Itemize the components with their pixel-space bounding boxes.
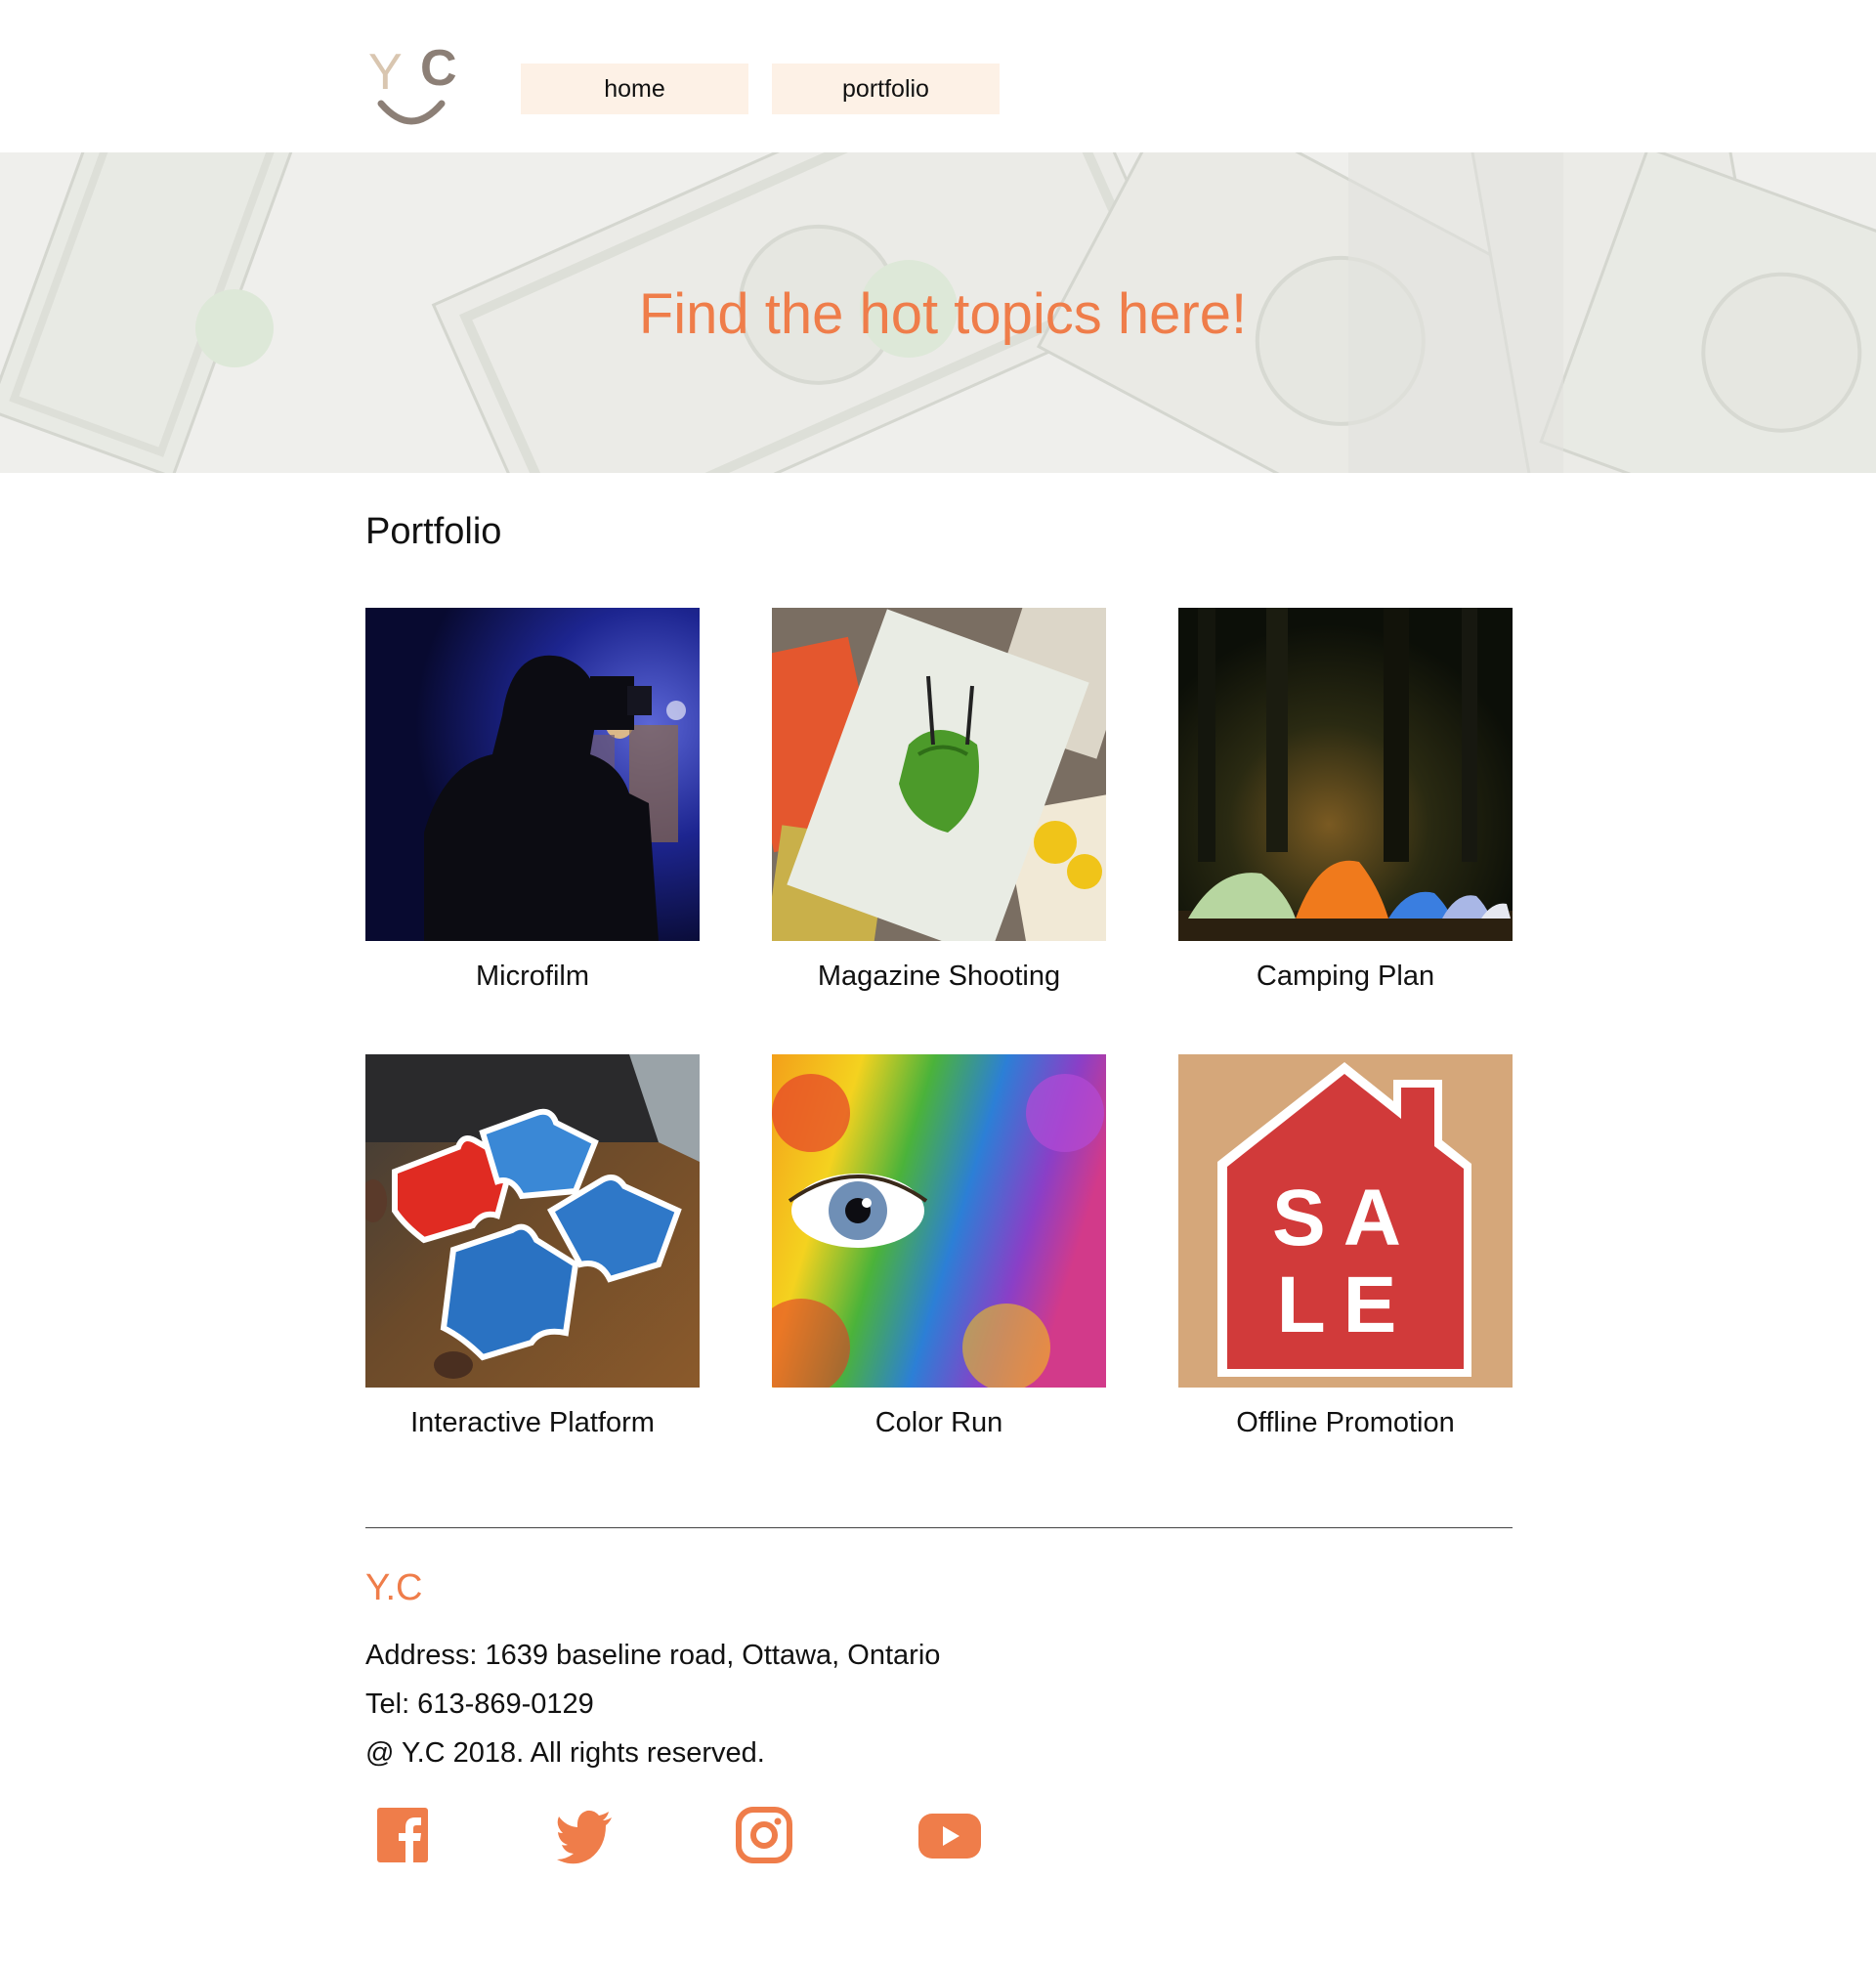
portfolio-image-microfilm[interactable] xyxy=(365,608,700,941)
portfolio-image-camping-plan[interactable] xyxy=(1178,608,1513,941)
portfolio-image-magazine-shooting[interactable] xyxy=(772,608,1106,941)
svg-text:LE: LE xyxy=(1277,1261,1415,1349)
portfolio-card-magazine-shooting[interactable]: Magazine Shooting xyxy=(772,608,1106,993)
youtube-icon[interactable] xyxy=(915,1806,985,1864)
portfolio-image-interactive-platform[interactable] xyxy=(365,1054,700,1388)
tents-forest-image xyxy=(1178,608,1513,941)
instagram-icon[interactable] xyxy=(735,1806,793,1864)
portfolio-card-microfilm[interactable]: Microfilm xyxy=(365,608,700,993)
portfolio-caption-camping-plan: Camping Plan xyxy=(1256,961,1435,992)
logo-smile-icon xyxy=(377,100,446,125)
logo-letter-y: Y xyxy=(368,44,403,101)
footer-divider xyxy=(365,1527,1513,1528)
portfolio-caption-offline-promotion: Offline Promotion xyxy=(1236,1407,1455,1438)
portfolio-card-color-run[interactable]: Color Run xyxy=(772,1054,1106,1439)
nav-portfolio-button[interactable]: portfolio xyxy=(772,64,1000,114)
hero-banner: Find the hot topics here! xyxy=(0,152,1876,473)
portfolio-image-color-run[interactable] xyxy=(772,1054,1106,1388)
portfolio-caption-magazine-shooting: Magazine Shooting xyxy=(817,961,1061,992)
portfolio-caption-color-run: Color Run xyxy=(874,1407,1003,1438)
painted-face-eye-image xyxy=(772,1054,1106,1388)
portfolio-image-offline-promotion[interactable]: SA LE xyxy=(1178,1054,1513,1388)
hero-title: Find the hot topics here! xyxy=(638,282,1248,346)
sale-house-image: SA LE xyxy=(1178,1054,1513,1388)
svg-text:SA: SA xyxy=(1272,1174,1419,1262)
site-logo[interactable]: Y C xyxy=(365,43,463,129)
footer-brand: Y.C xyxy=(365,1567,423,1608)
portfolio-card-camping-plan[interactable]: Camping Plan xyxy=(1178,608,1513,993)
site-header: Y C home portfolio xyxy=(0,0,1876,152)
portfolio-card-offline-promotion[interactable]: SA LE Offline Promotion xyxy=(1178,1054,1513,1439)
logo-letter-c: C xyxy=(420,40,457,97)
nav-home-button[interactable]: home xyxy=(521,64,748,114)
footer-copyright: @ Y.C 2018. All rights reserved. xyxy=(365,1737,765,1769)
puzzle-pieces-image xyxy=(365,1054,700,1388)
footer-address: Address: 1639 baseline road, Ottawa, Ont… xyxy=(365,1640,941,1671)
camera-operator-image xyxy=(365,608,700,941)
portfolio-caption-interactive-platform: Interactive Platform xyxy=(410,1407,655,1438)
facebook-icon[interactable] xyxy=(375,1806,434,1864)
twitter-icon[interactable] xyxy=(555,1806,614,1864)
magazines-image xyxy=(772,608,1106,941)
portfolio-card-interactive-platform[interactable]: Interactive Platform xyxy=(365,1054,700,1439)
portfolio-caption-microfilm: Microfilm xyxy=(476,961,589,992)
portfolio-section-title: Portfolio xyxy=(365,511,502,552)
footer-tel: Tel: 613-869-0129 xyxy=(365,1688,594,1720)
